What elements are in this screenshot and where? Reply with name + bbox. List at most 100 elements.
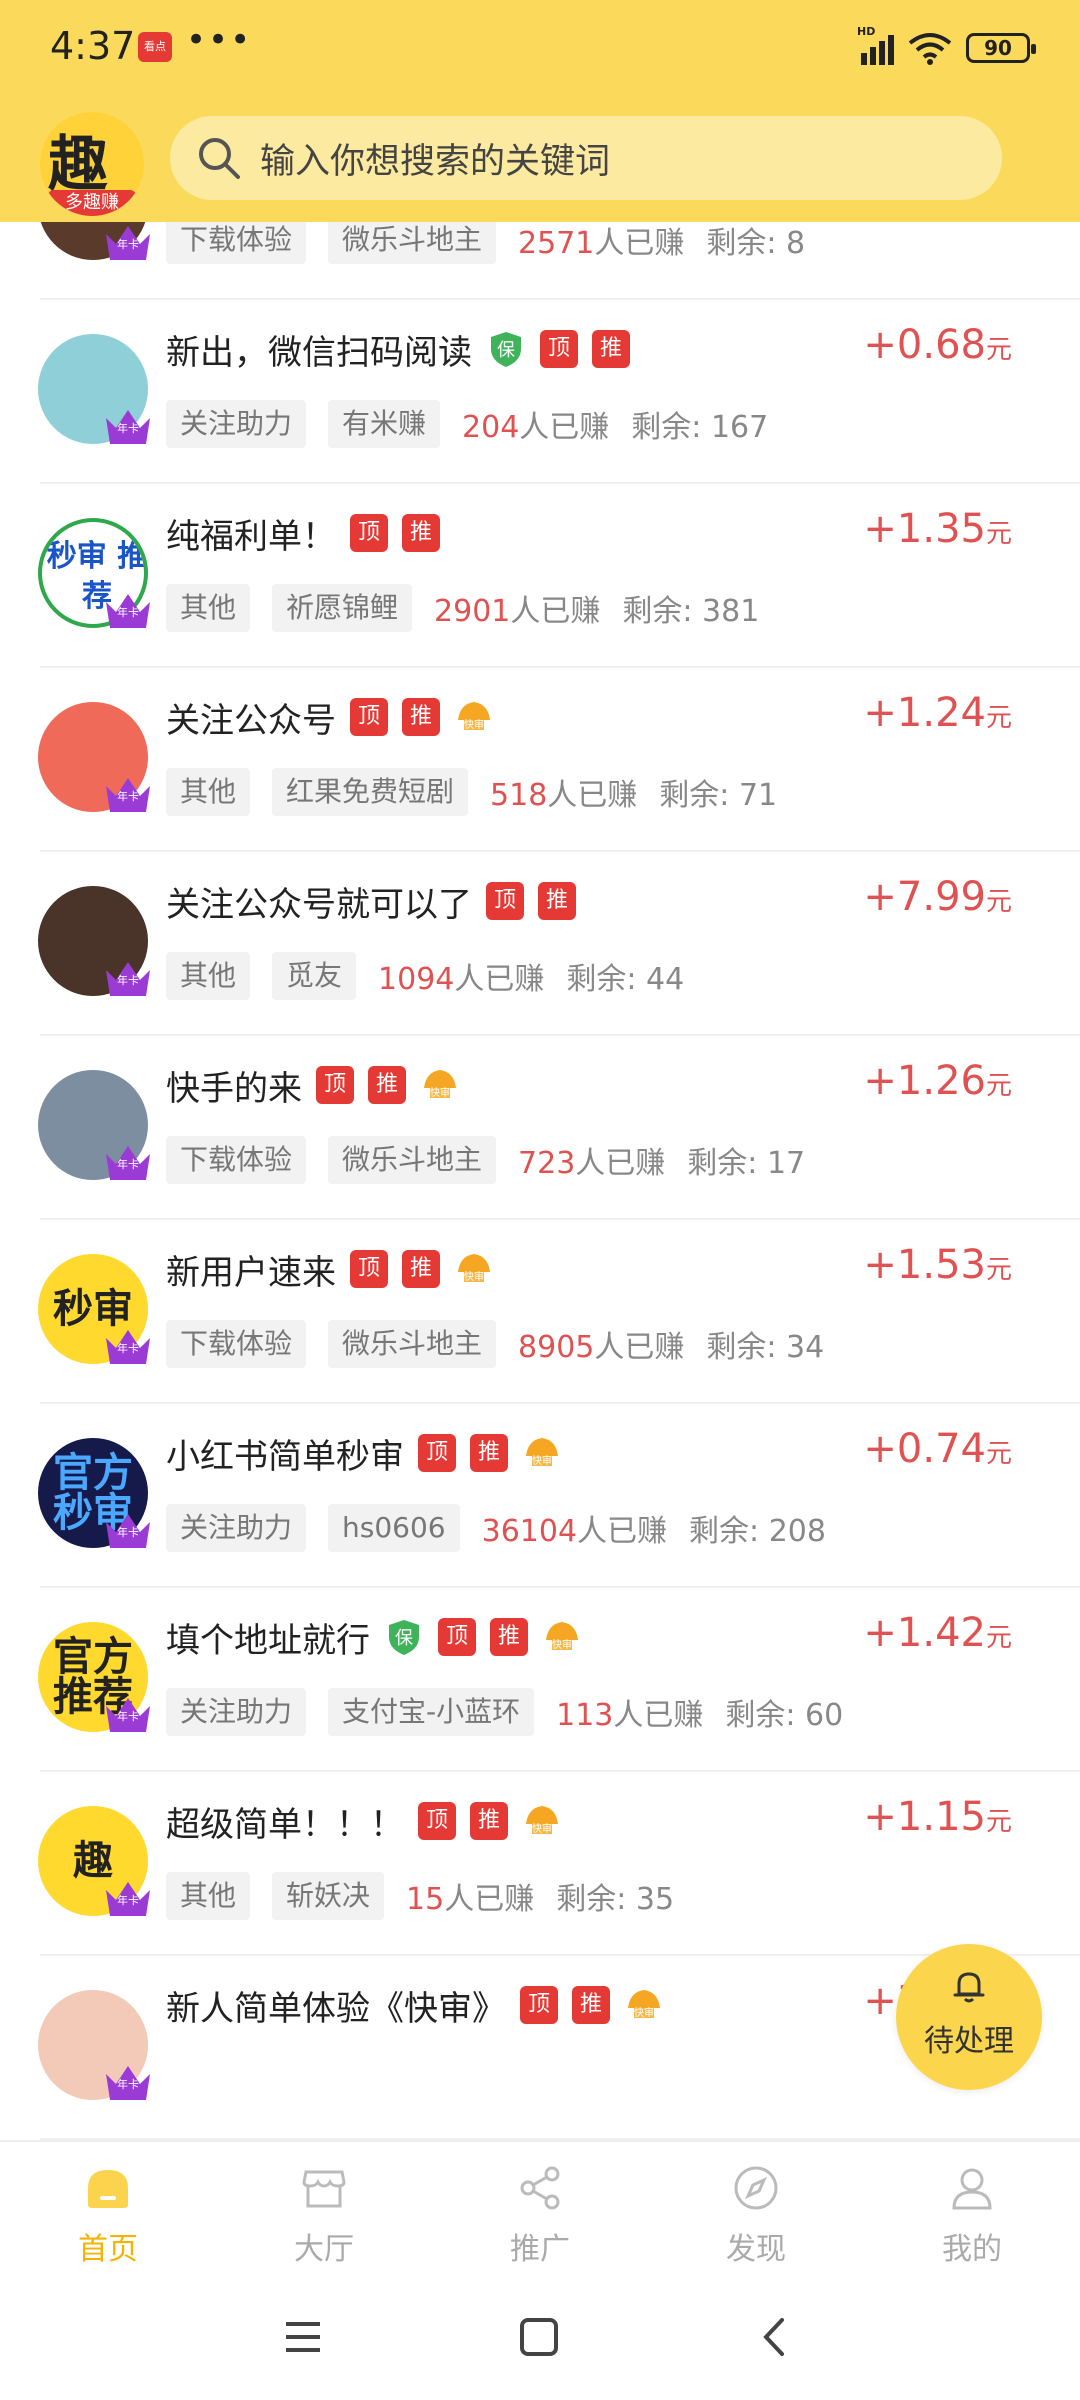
annual-crown-icon: 年卡 <box>102 1508 154 1552</box>
status-icons: HD 90 <box>857 25 1036 68</box>
nav-mine[interactable]: 我的 <box>864 2142 1080 2280</box>
menu-icon[interactable] <box>280 2314 326 2360</box>
task-meta: 其他 红果免费短剧 518人已赚 剩余: 71 <box>166 768 777 816</box>
logo-subtitle: 多趣赚 <box>48 190 136 216</box>
remaining-count: 剩余: 35 <box>556 1882 675 1917</box>
task-meta: 其他 斩妖决 15人已赚 剩余: 35 <box>166 1872 674 1920</box>
task-category: 其他 <box>166 952 251 1000</box>
task-title: 小红书简单秒审 <box>166 1436 404 1477</box>
back-icon[interactable] <box>752 2314 798 2360</box>
task-row[interactable]: 官方 秒审 年卡 小红书简单秒审顶推快审 关注助力 hs0606 36104人已赚 剩余: … <box>0 1404 1080 1588</box>
task-title-row: 关注公众号就可以了顶推 <box>166 876 576 926</box>
battery-icon: 90 <box>966 33 1036 63</box>
top-badge: 顶 <box>486 882 524 920</box>
task-reward: +1.42元 <box>863 1610 1012 1656</box>
task-title: 超级简单！！！ <box>166 1804 404 1845</box>
remaining-count: 剩余: 17 <box>687 1146 806 1181</box>
remaining-count: 剩余: 8 <box>706 226 806 261</box>
task-category: 其他 <box>166 584 251 632</box>
nav-discover[interactable]: 发现 <box>648 2142 864 2280</box>
task-category: 其他 <box>166 768 251 816</box>
task-row[interactable]: 秒审 年卡 新用户速来顶推快审 下载体验 微乐斗地主 8905人已赚 剩余: 34 +1.53… <box>0 1220 1080 1404</box>
earned-count: 2571人已赚 <box>518 226 685 261</box>
system-nav-bar <box>0 2280 1080 2400</box>
nav-promote-label: 推广 <box>510 2232 570 2267</box>
earned-count: 518人已赚 <box>490 778 638 813</box>
task-title-row: 关注公众号顶推快审 <box>166 692 494 742</box>
task-category: 下载体验 <box>166 1320 307 1368</box>
remaining-count: 剩余: 34 <box>706 1330 825 1365</box>
task-row[interactable]: 年卡 关注公众号顶推快审 其他 红果免费短剧 518人已赚 剩余: 71 +1.24元 <box>0 668 1080 852</box>
search-input[interactable]: 输入你想搜索的关键词 <box>260 133 610 184</box>
task-meta: 其他 觅友 1094人已赚 剩余: 44 <box>166 952 684 1000</box>
remaining-count: 剩余: 60 <box>725 1698 844 1733</box>
task-reward: +1.26元 <box>863 1058 1012 1104</box>
kuaishen-icon: 快审 <box>522 1802 562 1840</box>
kuaishen-icon: 快审 <box>454 1250 494 1288</box>
annual-crown-icon: 年卡 <box>102 772 154 816</box>
task-title-row: 新用户速来顶推快审 <box>166 1244 494 1294</box>
top-badge: 顶 <box>418 1434 456 1472</box>
annual-crown-icon: 年卡 <box>102 220 154 264</box>
top-badge: 顶 <box>316 1066 354 1104</box>
recommend-badge: 推 <box>592 330 630 368</box>
store-icon <box>302 2170 346 2208</box>
task-row[interactable]: 趣年卡 超级简单！！！顶推快审 其他 斩妖决 15人已赚 剩余: 35 +1.15元 <box>0 1772 1080 1956</box>
earned-count: 15人已赚 <box>406 1882 535 1917</box>
task-category: 关注助力 <box>166 1688 307 1736</box>
search-icon <box>199 138 240 179</box>
pending-button[interactable]: 待处理 <box>896 1944 1042 2090</box>
app-logo[interactable]: 趣 多趣赚 <box>40 112 144 216</box>
annual-crown-icon: 年卡 <box>102 1324 154 1368</box>
notification-app-icon: 看点 <box>138 32 172 62</box>
top-badge: 顶 <box>350 514 388 552</box>
task-publisher: 微乐斗地主 <box>328 216 497 264</box>
task-meta: 关注助力 hs0606 36104人已赚 剩余: 208 <box>166 1504 826 1552</box>
task-row[interactable]: 秒审 推荐 年卡 纯福利单！顶推其他 祈愿锦鲤 2901人已赚 剩余: 381 +1.35元 <box>0 484 1080 668</box>
annual-crown-icon: 年卡 <box>102 1140 154 1184</box>
task-title-row: 超级简单！！！ 顶推快审 <box>166 1796 562 1846</box>
task-publisher: hs0606 <box>328 1504 460 1552</box>
earned-count: 2901人已赚 <box>434 594 601 629</box>
nav-hall-label: 大厅 <box>294 2232 354 2267</box>
task-publisher: 斩妖决 <box>272 1872 385 1920</box>
remaining-count: 剩余: 44 <box>566 962 685 997</box>
annual-crown-icon: 年卡 <box>102 1692 154 1736</box>
compass-icon <box>734 2166 778 2210</box>
remaining-count: 剩余: 208 <box>689 1514 826 1549</box>
recommend-badge: 推 <box>402 698 440 736</box>
task-meta: 关注助力 支付宝-小蓝环 113人已赚 剩余: 60 <box>166 1688 843 1736</box>
task-reward: +0.74元 <box>863 1426 1012 1472</box>
svg-text:保: 保 <box>497 340 515 361</box>
task-publisher: 微乐斗地主 <box>328 1136 497 1184</box>
nav-home[interactable]: 首页 <box>0 2142 216 2280</box>
recommend-badge: 推 <box>368 1066 406 1104</box>
annual-crown-icon: 年卡 <box>102 2060 154 2104</box>
share-icon <box>520 2166 560 2210</box>
task-list[interactable]: 年卡纯注册，来就过顶推下载体验微乐斗地主2571人已赚剩余: 8+1.4元年卡新… <box>0 140 1080 2140</box>
guarantee-shield-icon: 保 <box>389 1620 419 1655</box>
annual-crown-icon: 年卡 <box>102 588 154 632</box>
home-square-icon[interactable] <box>516 2314 562 2360</box>
task-category: 关注助力 <box>166 400 307 448</box>
task-row[interactable]: 官方 推荐 年卡 填个地址就行保顶推快审 关注助力 支付宝-小蓝环 113人已赚 剩余: 6… <box>0 1588 1080 1772</box>
search-bar[interactable]: 输入你想搜索的关键词 <box>170 116 1002 200</box>
nav-hall[interactable]: 大厅 <box>216 2142 432 2280</box>
annual-crown-icon: 年卡 <box>102 1876 154 1920</box>
task-title-row: 纯福利单！ 顶推 <box>166 508 440 558</box>
task-row[interactable]: 年卡 快手的来顶推快审 下载体验 微乐斗地主 723人已赚 剩余: 17 +1.26元 <box>0 1036 1080 1220</box>
nav-promote[interactable]: 推广 <box>432 2142 648 2280</box>
task-title: 新人简单体验《快审》 <box>166 1988 506 2029</box>
task-category: 其他 <box>166 1872 251 1920</box>
kuaishen-icon: 快审 <box>420 1066 460 1104</box>
recommend-badge: 推 <box>490 1618 528 1656</box>
task-publisher: 红果免费短剧 <box>272 768 469 816</box>
task-title: 填个地址就行 <box>166 1620 370 1661</box>
task-category: 下载体验 <box>166 216 307 264</box>
bell-icon <box>953 1972 985 2003</box>
task-row[interactable]: 年卡 新出，微信扫码阅读 保 顶推关注助力 有米赚 204人已赚 剩余: 167 +0.68元 <box>0 300 1080 484</box>
kuaishen-icon: 快审 <box>542 1618 582 1656</box>
kuaishen-icon: 快审 <box>624 1986 664 2024</box>
task-row[interactable]: 年卡 关注公众号就可以了顶推其他 觅友 1094人已赚 剩余: 44 +7.99元 <box>0 852 1080 1036</box>
task-title-row: 填个地址就行 保 顶推快审 <box>166 1612 582 1662</box>
